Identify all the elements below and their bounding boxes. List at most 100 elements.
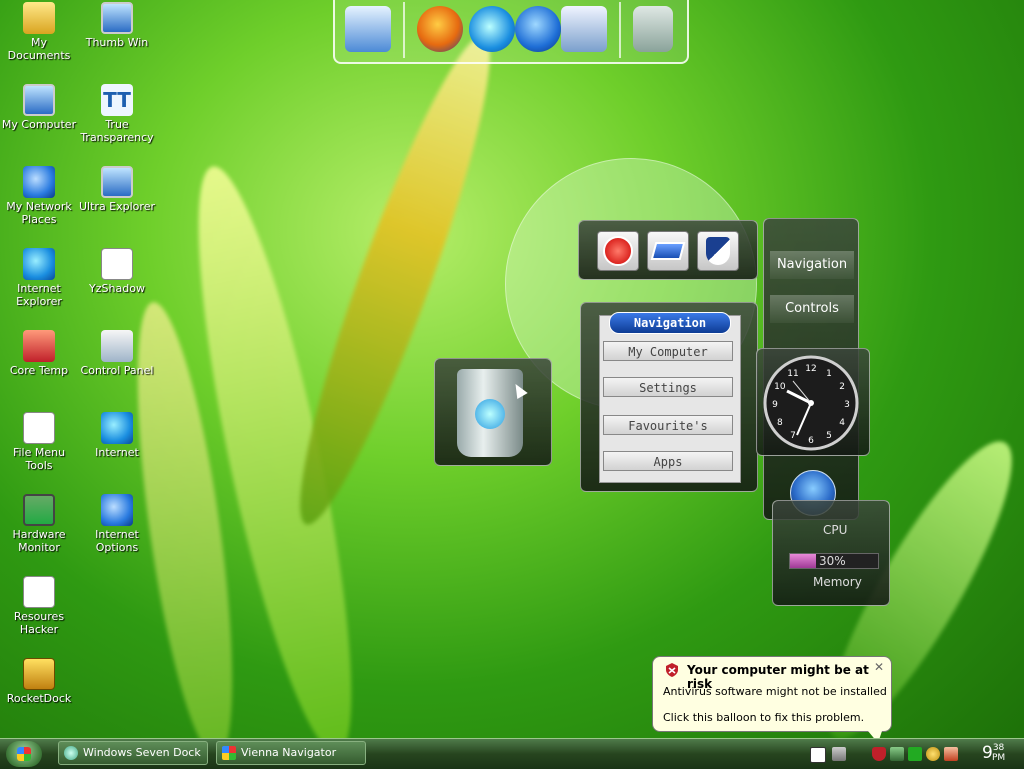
desktop-icon-core-temp[interactable]: Core Temp bbox=[0, 330, 78, 377]
icon-label: Control Panel bbox=[80, 364, 154, 377]
taskbar-button-windows-seven-dock[interactable]: Windows Seven Dock bbox=[58, 741, 208, 765]
recycle-bin-widget[interactable] bbox=[434, 358, 552, 466]
monitor-icon[interactable] bbox=[345, 6, 391, 52]
control-panel-icon[interactable] bbox=[561, 6, 607, 52]
file-tools-icon bbox=[23, 412, 55, 444]
desktop-icon-my-network-places[interactable]: My Network Places bbox=[0, 166, 78, 226]
favourites-button[interactable]: Favourite's bbox=[603, 415, 733, 435]
icon-label: Internet bbox=[95, 446, 139, 459]
shield-button[interactable] bbox=[697, 231, 739, 271]
clock-number: 3 bbox=[844, 400, 850, 410]
clock-number: 8 bbox=[777, 418, 783, 428]
taskbar-button-vienna-navigator[interactable]: Vienna Navigator bbox=[216, 741, 366, 765]
network-tray-icon[interactable] bbox=[832, 747, 846, 761]
clock-gadget: 12 1 2 3 4 5 6 7 8 9 10 11 bbox=[756, 348, 870, 456]
navigation-menu: Navigation My Computer Settings Favourit… bbox=[580, 302, 758, 492]
control-panel-icon bbox=[101, 330, 133, 362]
power-icon bbox=[603, 236, 633, 266]
desktop-icon-true-transparency[interactable]: TT True Transparency bbox=[78, 84, 156, 144]
check-tray-icon[interactable] bbox=[908, 747, 922, 761]
clock-number: 6 bbox=[808, 436, 814, 446]
smiley-tray-icon[interactable] bbox=[926, 747, 940, 761]
icon-label: True Transparency bbox=[80, 118, 154, 144]
balloon-line2: Click this balloon to fix this problem. bbox=[663, 711, 865, 724]
desktop-icon-my-documents[interactable]: My Documents bbox=[0, 2, 78, 62]
computer-icon bbox=[23, 84, 55, 116]
desktop-icon-my-computer[interactable]: My Computer bbox=[0, 84, 78, 131]
ie-icon bbox=[101, 412, 133, 444]
balloon-close-button[interactable]: ✕ bbox=[871, 659, 887, 675]
ie-icon bbox=[23, 248, 55, 280]
help-icon[interactable] bbox=[810, 747, 826, 763]
windows-logo-icon bbox=[17, 747, 31, 761]
clock-center bbox=[808, 400, 814, 406]
desktop-icon-internet-options[interactable]: Internet Options bbox=[78, 494, 156, 554]
hardware-tray-icon[interactable] bbox=[890, 747, 904, 761]
clock-number: 4 bbox=[839, 418, 845, 428]
desktop-icon-thumb-win[interactable]: Thumb Win bbox=[78, 2, 156, 49]
thumbnail-icon bbox=[101, 2, 133, 34]
icon-label: My Computer bbox=[1, 118, 77, 131]
vienna-app-icon bbox=[222, 746, 236, 760]
desktop-icon-resoures-hacker[interactable]: Resoures Hacker bbox=[0, 576, 78, 636]
navigation-title: Navigation bbox=[609, 312, 731, 334]
tab-navigation[interactable]: Navigation bbox=[770, 251, 854, 279]
security-balloon[interactable]: Your computer might be at risk ✕ Antivir… bbox=[652, 656, 892, 732]
icon-label: My Documents bbox=[7, 36, 71, 62]
shield-icon bbox=[706, 237, 730, 265]
cpu-label: CPU bbox=[823, 523, 848, 537]
clock-number: 10 bbox=[774, 382, 786, 392]
icon-label: Internet Options bbox=[95, 528, 139, 554]
shutdown-button[interactable] bbox=[597, 231, 639, 271]
app-tray-icon[interactable] bbox=[944, 747, 958, 761]
memory-percent: 30% bbox=[819, 554, 846, 568]
icon-label: File Menu Tools bbox=[12, 446, 66, 472]
tt-icon: TT bbox=[101, 84, 133, 116]
clock-ampm: PM bbox=[992, 753, 1006, 763]
clock-number: 11 bbox=[787, 369, 798, 379]
dock-separator bbox=[403, 2, 405, 58]
desktop-icon-hardware-monitor[interactable]: Hardware Monitor bbox=[0, 494, 78, 554]
firefox-icon[interactable] bbox=[417, 6, 463, 52]
minimize-button[interactable] bbox=[647, 231, 689, 271]
dock-app-icon bbox=[64, 746, 78, 760]
recycle-bin-icon[interactable] bbox=[633, 6, 673, 52]
my-computer-button[interactable]: My Computer bbox=[603, 341, 733, 361]
clock-number: 2 bbox=[839, 382, 845, 392]
recycle-bin-icon bbox=[457, 369, 523, 457]
rocketdock-icon bbox=[23, 658, 55, 690]
desktop-icon-rocketdock[interactable]: RocketDock bbox=[0, 658, 78, 705]
desktop-icon-ultra-explorer[interactable]: Ultra Explorer bbox=[78, 166, 156, 213]
ie-icon[interactable] bbox=[469, 6, 515, 52]
apps-button[interactable]: Apps bbox=[603, 451, 733, 471]
chip-icon bbox=[23, 494, 55, 526]
dock-separator bbox=[619, 2, 621, 58]
desktop-icon-file-menu-tools[interactable]: File Menu Tools bbox=[0, 412, 78, 472]
icon-label: RocketDock bbox=[6, 692, 72, 705]
shadow-icon bbox=[101, 248, 133, 280]
icon-label: YzShadow bbox=[89, 282, 145, 295]
desktop-icon-internet[interactable]: Internet bbox=[78, 412, 156, 459]
desktop-icon-yzshadow[interactable]: YzShadow bbox=[78, 248, 156, 295]
taskbar-clock[interactable]: 938 PM bbox=[982, 743, 1006, 763]
desktop-icon-internet-explorer[interactable]: Internet Explorer bbox=[0, 248, 78, 308]
internet-options-icon bbox=[101, 494, 133, 526]
icon-label: Ultra Explorer bbox=[79, 200, 155, 213]
clock-number: 1 bbox=[826, 369, 832, 379]
icon-label: Thumb Win bbox=[85, 36, 149, 49]
tab-controls[interactable]: Controls bbox=[770, 295, 854, 323]
desktop-icon-control-panel[interactable]: Control Panel bbox=[78, 330, 156, 377]
icon-label: Internet Explorer bbox=[16, 282, 62, 308]
media-player-icon[interactable] bbox=[515, 6, 561, 52]
clock-number: 12 bbox=[805, 364, 816, 374]
icon-label: Core Temp bbox=[9, 364, 69, 377]
settings-button[interactable]: Settings bbox=[603, 377, 733, 397]
clock-face: 12 12 3 45 6 78 9 1011 bbox=[763, 355, 859, 451]
folder-icon bbox=[23, 2, 55, 34]
start-button[interactable] bbox=[6, 741, 42, 767]
security-shield-icon bbox=[666, 663, 678, 677]
clock-number: 7 bbox=[790, 431, 796, 441]
clock-number: 5 bbox=[826, 431, 832, 441]
hacker-icon bbox=[23, 576, 55, 608]
security-tray-icon[interactable] bbox=[872, 747, 886, 761]
